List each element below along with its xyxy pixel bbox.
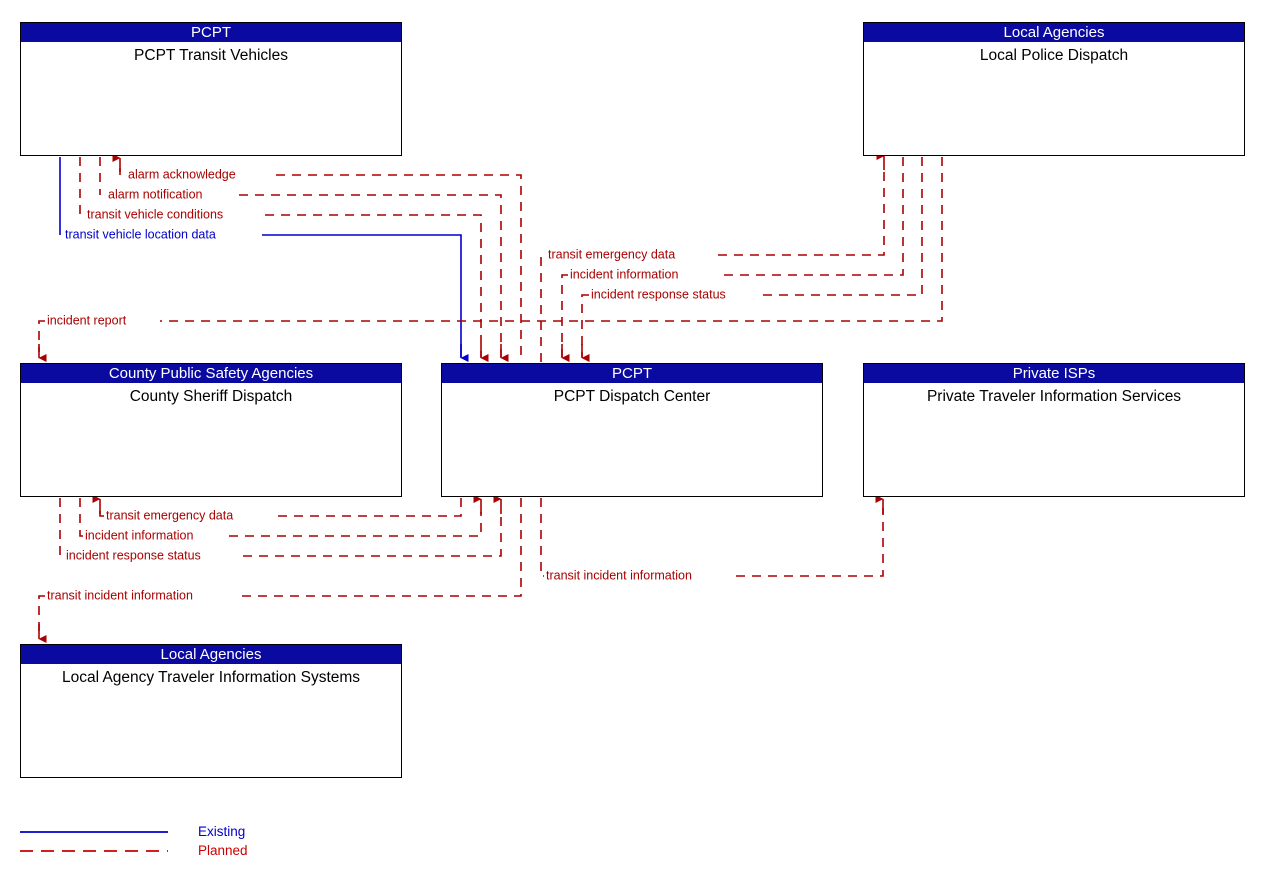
diagram-canvas: PCPT PCPT Transit Vehicles Local Agencie… [0,0,1261,881]
node-name-label: Local Agency Traveler Information System… [61,669,361,686]
flow-label-incident-response-status-police: incident response status [589,287,728,302]
node-local-police-dispatch[interactable]: Local Agencies Local Police Dispatch [863,22,1245,156]
flow-wire-transit-incident-information-isp [540,498,884,577]
node-stakeholder-label: Local Agencies [21,645,401,664]
flow-wire-transit-emergency-data-police [540,166,885,362]
flow-label-incident-response-status-sheriff: incident response status [64,548,203,563]
node-stakeholder-label: County Public Safety Agencies [21,364,401,383]
flow-label-transit-incident-information-isp: transit incident information [544,568,694,583]
flow-label-incident-information-police: incident information [568,267,681,282]
node-name-label: PCPT Dispatch Center [553,388,711,405]
flow-label-transit-emergency-data-sheriff: transit emergency data [104,508,236,523]
node-name-label: PCPT Transit Vehicles [134,47,288,64]
node-county-sheriff-dispatch[interactable]: County Public Safety Agencies County She… [20,363,402,497]
node-pcpt-transit-vehicles[interactable]: PCPT PCPT Transit Vehicles [20,22,402,156]
node-name-label: Private Traveler Information Services [926,388,1182,405]
flow-label-transit-incident-information-local: transit incident information [45,588,195,603]
flow-label-incident-report: incident report [45,313,129,328]
flow-label-alarm-acknowledge: alarm acknowledge [126,167,238,182]
node-name-label: Local Police Dispatch [979,47,1129,64]
node-pcpt-dispatch-center[interactable]: PCPT PCPT Dispatch Center [441,363,823,497]
flow-label-transit-vehicle-conditions: transit vehicle conditions [85,207,226,222]
flow-label-transit-emergency-data-police: transit emergency data [546,247,678,262]
node-local-agency-traveler-information-systems[interactable]: Local Agencies Local Agency Traveler Inf… [20,644,402,778]
node-stakeholder-label: PCPT [21,23,401,42]
node-name-label: County Sheriff Dispatch [129,388,293,405]
node-stakeholder-label: Private ISPs [864,364,1244,383]
flow-label-alarm-notification: alarm notification [106,187,205,202]
legend-planned-label: Planned [198,843,248,858]
flow-label-transit-vehicle-location-data: transit vehicle location data [63,227,218,242]
flow-wire-incident-report [38,157,943,352]
node-stakeholder-label: Local Agencies [864,23,1244,42]
node-private-traveler-information-services[interactable]: Private ISPs Private Traveler Informatio… [863,363,1245,497]
flow-label-incident-information-sheriff: incident information [83,528,196,543]
node-stakeholder-label: PCPT [442,364,822,383]
flow-wire-incident-response-status-sheriff [59,498,502,557]
legend-existing-label: Existing [198,824,246,839]
